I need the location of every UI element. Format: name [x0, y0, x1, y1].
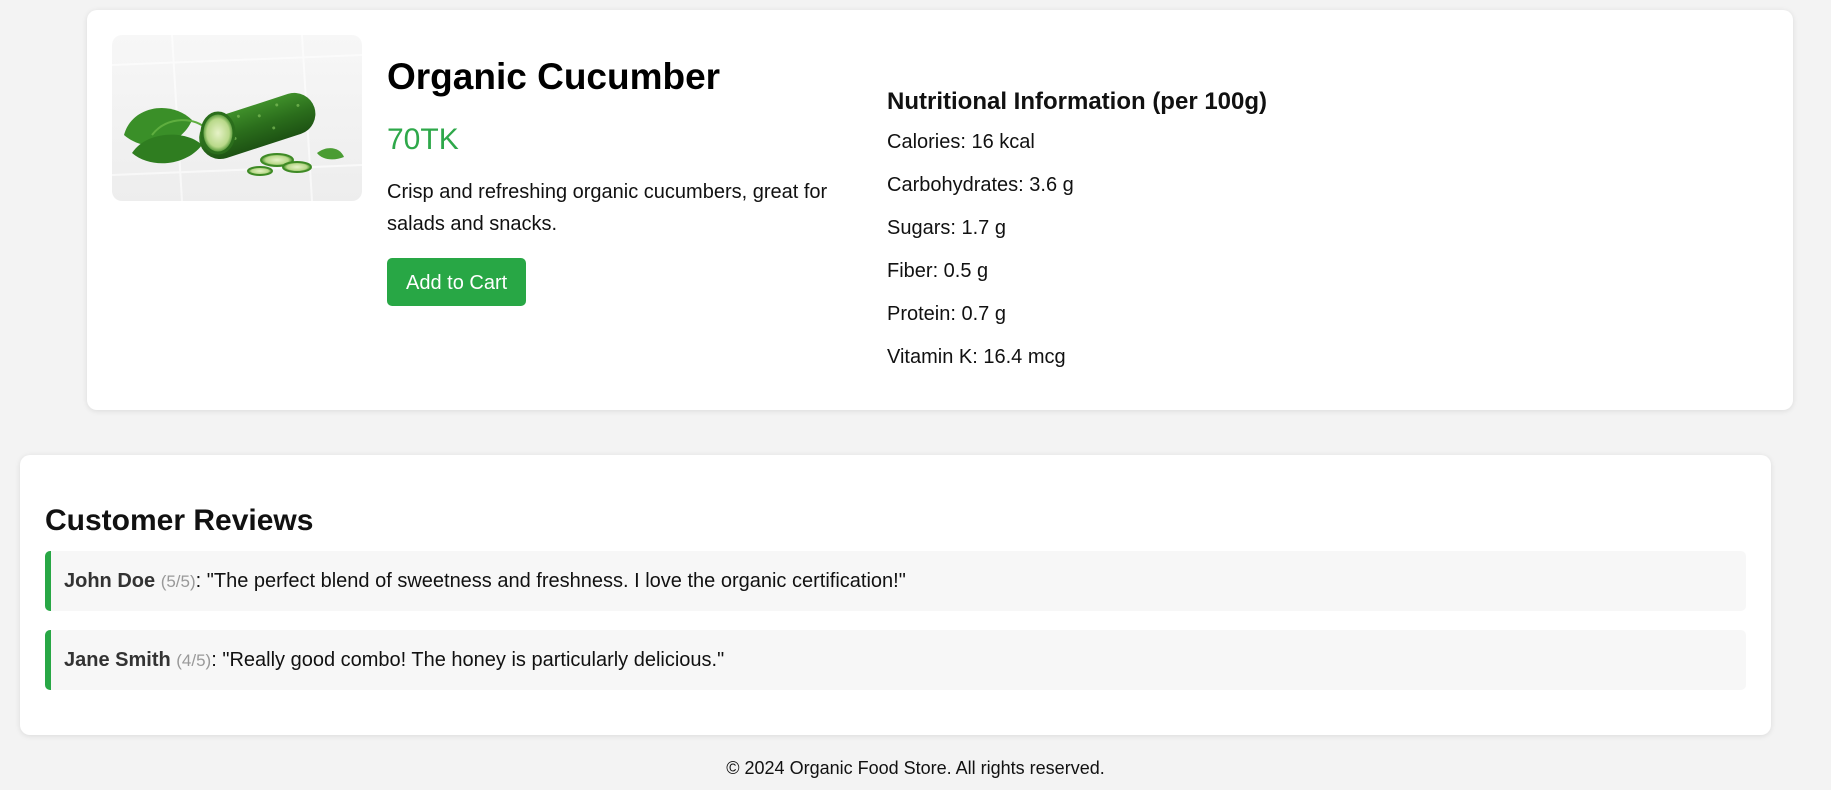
- reviewer-name: John Doe: [64, 570, 156, 592]
- nutrition-item: Calories: 16 kcal: [887, 131, 1035, 153]
- product-description: Crisp and refreshing organic cucumbers, …: [387, 181, 828, 235]
- reviewer-name: Jane Smith: [64, 649, 171, 671]
- product-info: Organic Cucumber 70TK Crisp and refreshi…: [387, 55, 847, 306]
- product-title: Organic Cucumber: [387, 56, 721, 97]
- reviews-section: Customer Reviews John Doe (5/5): "The pe…: [20, 455, 1771, 735]
- nutrition-item: Protein: 0.7 g: [887, 303, 1006, 325]
- review-item: Jane Smith (4/5): "Really good combo! Th…: [45, 630, 1746, 690]
- nutrition-title: Nutritional Information (per 100g): [887, 88, 1268, 115]
- review-rating: (4/5): [176, 651, 212, 670]
- nutrition-list: Calories: 16 kcal Carbohydrates: 3.6 g S…: [887, 130, 1267, 369]
- add-to-cart-button[interactable]: Add to Cart: [387, 258, 527, 306]
- review-rating: (5/5): [160, 572, 196, 591]
- nutrition-item: Vitamin K: 16.4 mcg: [887, 346, 1066, 368]
- review-text: : "Really good combo! The honey is parti…: [211, 649, 725, 671]
- product-card: Organic Cucumber 70TK Crisp and refreshi…: [87, 10, 1793, 410]
- product-price: 70TK: [387, 123, 459, 156]
- product-image: [112, 35, 362, 201]
- nutrition-item: Fiber: 0.5 g: [887, 260, 989, 282]
- nutrition-panel: Nutritional Information (per 100g) Calor…: [887, 88, 1267, 388]
- nutrition-item: Sugars: 1.7 g: [887, 217, 1006, 239]
- review-text: : "The perfect blend of sweetness and fr…: [195, 570, 906, 592]
- nutrition-item: Carbohydrates: 3.6 g: [887, 174, 1074, 196]
- review-item: John Doe (5/5): "The perfect blend of sw…: [45, 551, 1746, 611]
- cucumber-image: [112, 35, 362, 201]
- reviews-title: Customer Reviews: [45, 504, 314, 537]
- footer-copyright: © 2024 Organic Food Store. All rights re…: [726, 758, 1105, 778]
